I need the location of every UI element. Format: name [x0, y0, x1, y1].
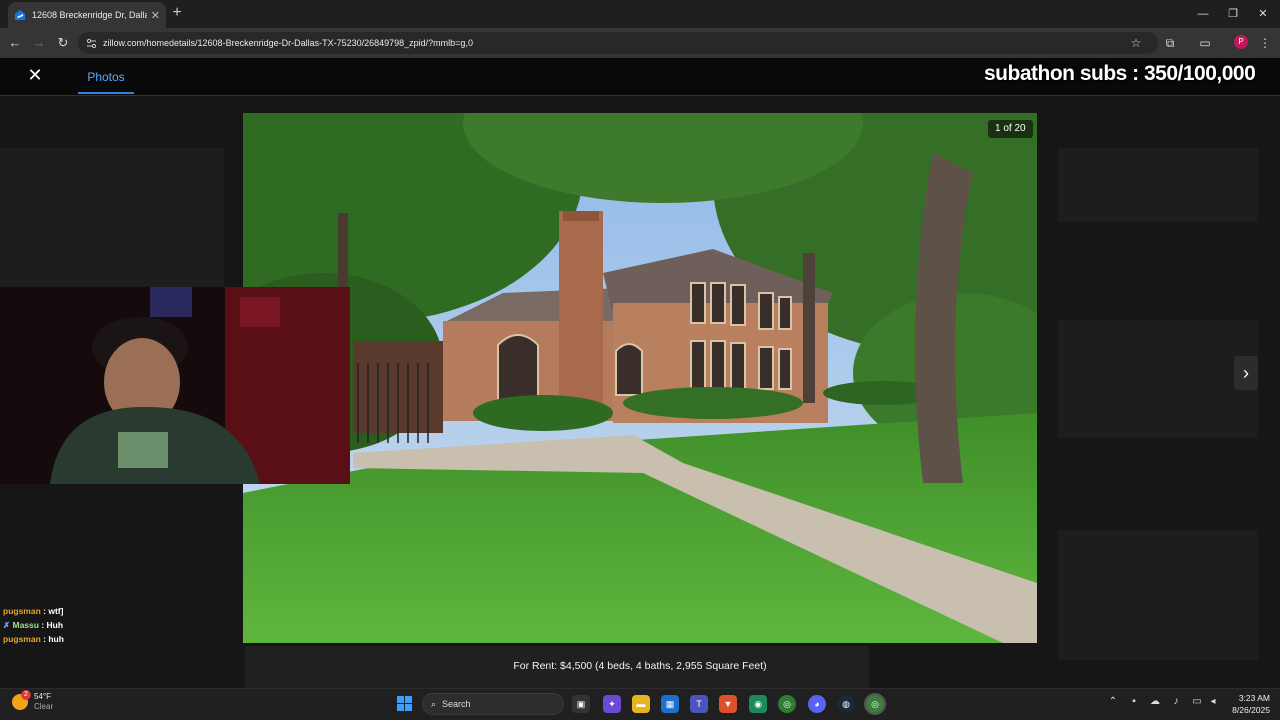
address-bar[interactable]: zillow.com/homedetails/12608-Breckenridg…: [78, 32, 1158, 54]
subathon-overlay: subathon subs : 350/100,000: [984, 62, 1256, 85]
steam-icon[interactable]: ◍: [837, 695, 855, 713]
weather-condition: Clear: [34, 702, 54, 711]
app-icon[interactable]: ◉: [749, 695, 767, 713]
chat-message: pugsman : wtf]: [3, 606, 64, 616]
file-explorer-icon[interactable]: ▬: [632, 695, 650, 713]
chat-username: Massu: [12, 620, 39, 630]
site-info-icon[interactable]: [86, 38, 97, 49]
weather-sun-icon: 2: [12, 690, 31, 710]
notification-badge: 2: [21, 690, 31, 700]
store-icon[interactable]: ▦: [661, 695, 679, 713]
network-icon[interactable]: ▭: [1190, 696, 1204, 707]
task-view-icon[interactable]: ▣: [572, 695, 590, 713]
reading-mode-icon[interactable]: ▭: [1196, 34, 1214, 52]
photo-counter: 1 of 20: [988, 120, 1033, 138]
close-gallery-icon[interactable]: ✕: [24, 64, 46, 86]
chat-text: wtf]: [48, 606, 64, 616]
chat-username: pugsman: [3, 606, 41, 616]
tray-overflow-icon[interactable]: ⌃: [1106, 696, 1120, 707]
menu-dots-icon[interactable]: ⋮: [1256, 34, 1274, 52]
taskbar-search[interactable]: ⌕ Search: [422, 693, 564, 715]
microphone-icon[interactable]: ♪: [1169, 696, 1183, 707]
extensions-icon[interactable]: ⧉: [1161, 34, 1179, 52]
chrome-icon[interactable]: ◎: [778, 695, 796, 713]
back-icon[interactable]: ←: [6, 34, 24, 52]
streamer-webcam: [0, 287, 350, 484]
chat-text: Huh: [46, 620, 64, 630]
brave-icon[interactable]: ▼: [719, 695, 737, 713]
chat-username: pugsman: [3, 634, 41, 644]
system-clock[interactable]: 3:23 AM 8/26/2025: [1220, 692, 1270, 716]
chat-message: pugsman : huh: [3, 634, 64, 644]
copilot-icon[interactable]: ✦: [603, 695, 621, 713]
teams-icon[interactable]: T: [690, 695, 708, 713]
browser-tab[interactable]: 12608 Breckenridge Dr, Dallas, TX ✕: [8, 2, 166, 28]
discord-icon[interactable]: ◕: [808, 695, 826, 713]
volume-icon[interactable]: ◂: [1206, 696, 1220, 707]
maximize-icon[interactable]: ❐: [1216, 0, 1250, 28]
weather-temp: 54°F: [34, 692, 51, 701]
search-icon: ⌕: [431, 698, 437, 709]
tab-strip: [0, 0, 1280, 28]
search-label: Search: [442, 699, 471, 709]
bookmark-star-icon[interactable]: ☆: [1127, 34, 1145, 52]
house-photo-illustration: [243, 113, 1037, 643]
tab-photos[interactable]: Photos: [78, 66, 134, 94]
clock-date: 8/26/2025: [1232, 705, 1270, 715]
reload-icon[interactable]: ↻: [54, 34, 72, 52]
clock-time: 3:23 AM: [1238, 693, 1270, 703]
listing-caption: For Rent: $4,500 (4 beds, 4 baths, 2,955…: [513, 660, 767, 672]
listing-photo: [243, 113, 1037, 643]
window-close-icon[interactable]: ✕: [1246, 0, 1280, 28]
new-tab-button[interactable]: +: [168, 4, 186, 22]
tray-app-icon[interactable]: ▪: [1127, 696, 1141, 707]
windows-start-icon[interactable]: [397, 696, 412, 711]
profile-avatar[interactable]: P: [1234, 35, 1248, 49]
weather-widget[interactable]: 2 54°F Clear: [12, 690, 54, 712]
chrome-active-icon[interactable]: ◎: [864, 693, 886, 715]
next-photo-button[interactable]: ›: [1234, 356, 1258, 390]
stream-chat: pugsman : wtf] ✗ Massu : Huh pugsman : h…: [3, 604, 203, 646]
url-text: zillow.com/homedetails/12608-Breckenridg…: [103, 38, 473, 48]
onedrive-icon[interactable]: ☁: [1148, 696, 1162, 707]
tab-close-icon[interactable]: ✕: [151, 9, 160, 22]
tab-title: 12608 Breckenridge Dr, Dallas, TX: [32, 10, 147, 20]
forward-icon[interactable]: →: [30, 34, 48, 52]
minimize-icon[interactable]: —: [1186, 0, 1220, 28]
webcam-feed-illustration: [0, 287, 350, 484]
verified-badge-icon: ✗: [3, 620, 11, 630]
zillow-favicon-icon: [15, 10, 25, 20]
chat-text: huh: [48, 634, 64, 644]
chat-message: ✗ Massu : Huh: [3, 620, 64, 630]
